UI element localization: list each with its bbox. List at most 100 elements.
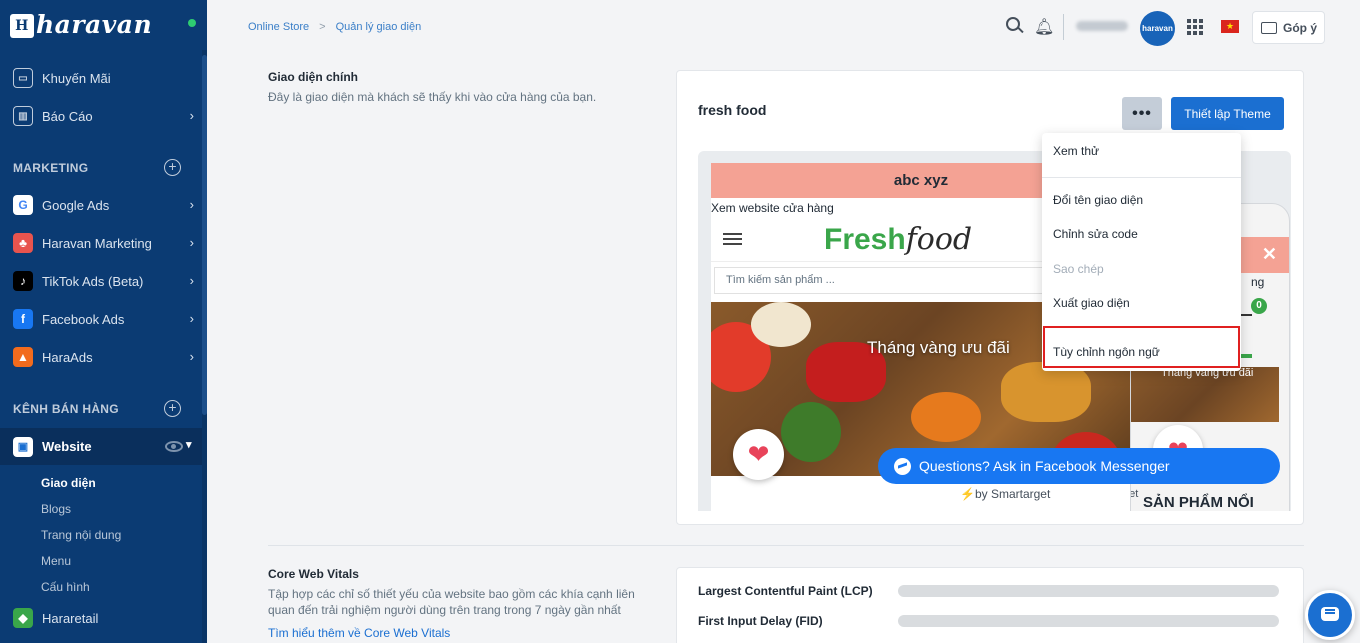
section-desc-core-web-vitals: Tập hợp các chỉ số thiết yếu của website… — [268, 587, 635, 617]
google-icon: G — [13, 195, 33, 215]
online-status-dot — [188, 19, 196, 27]
messenger-text: Questions? Ask in Facebook Messenger — [919, 458, 1170, 474]
feedback-label: Góp ý — [1283, 20, 1318, 35]
add-marketing-icon[interactable]: + — [164, 159, 181, 176]
preview-logo: Freshfood — [824, 222, 972, 257]
menu-divider — [1042, 177, 1241, 178]
gift-icon: ▭ — [13, 68, 33, 88]
chevron-right-icon: › — [189, 235, 194, 250]
haravan-marketing-icon: ♣ — [13, 233, 33, 253]
report-icon: ▥ — [13, 106, 33, 126]
chat-icon — [1321, 607, 1339, 621]
cart-count-badge: 0 — [1251, 298, 1267, 314]
sidebar-item-haravan-marketing[interactable]: ♣ Haravan Marketing › — [0, 228, 202, 258]
preview-logo-script: food — [905, 222, 973, 257]
menu-item-preview[interactable]: Xem thử — [1053, 144, 1099, 158]
chevron-right-icon: › — [189, 349, 194, 364]
sidebar-item-label: Haravan Marketing — [42, 235, 152, 251]
core-web-vitals-link[interactable]: Tìm hiểu thêm về Core Web Vitals — [268, 626, 450, 640]
feedback-button[interactable]: Góp ý — [1252, 11, 1325, 44]
mobile-text: ng — [1251, 275, 1265, 289]
mobile-products-heading: SẢN PHẨM NỔI — [1143, 494, 1254, 511]
sidebar-item-google-ads[interactable]: G Google Ads › — [0, 190, 202, 220]
vn-flag-icon[interactable]: ★ — [1221, 20, 1239, 33]
messenger-button[interactable]: Questions? Ask in Facebook Messenger — [878, 448, 1280, 484]
section-label-sales-channels: KÊNH BÁN HÀNG — [13, 402, 119, 416]
sidebar-item-tiktok-ads[interactable]: ♪ TikTok Ads (Beta) › — [0, 266, 202, 296]
more-actions-button[interactable]: ••• — [1122, 97, 1162, 130]
messenger-icon — [894, 457, 911, 475]
sidebar-scrollbar-thumb[interactable] — [202, 55, 207, 415]
mobile-get-text: get — [1130, 488, 1139, 500]
metric-label-lcp: Largest Contentful Paint (LCP) — [698, 584, 873, 598]
breadcrumb-separator: > — [319, 21, 326, 33]
chevron-down-icon[interactable]: ▾ — [186, 438, 192, 451]
sidebar-item-facebook-ads[interactable]: f Facebook Ads › — [0, 304, 202, 334]
chat-widget-button[interactable] — [1305, 590, 1355, 640]
metric-label-fid: First Input Delay (FID) — [698, 614, 823, 628]
core-web-vitals-card: Largest Contentful Paint (LCP) First Inp… — [676, 567, 1304, 643]
add-channel-icon[interactable]: + — [164, 400, 181, 417]
heart-icon[interactable]: ❤ — [733, 429, 784, 480]
sidebar: Hharavan ▭ Khuyến Mãi ▥ Báo Cáo › MARKET… — [0, 0, 207, 643]
sidebar-sub-settings[interactable]: Cấu hình — [41, 580, 90, 594]
greens-shape — [781, 402, 841, 462]
smartarget-credit: ⚡by Smartarget — [960, 487, 1051, 501]
breadcrumb-current[interactable]: Quản lý giao diện — [336, 21, 422, 33]
metric-bar-lcp — [898, 585, 1279, 597]
sidebar-item-promotions[interactable]: ▭ Khuyến Mãi — [0, 63, 202, 93]
topbar-divider — [1063, 14, 1064, 40]
sidebar-item-label: Báo Cáo — [42, 108, 93, 124]
chevron-right-icon: › — [189, 273, 194, 288]
user-name-blurred[interactable] — [1076, 21, 1128, 31]
bell-icon[interactable]: 🔔︎ — [1034, 17, 1054, 36]
sidebar-sub-blogs[interactable]: Blogs — [41, 502, 71, 516]
facebook-icon: f — [13, 309, 33, 329]
brand-name: haravan — [36, 10, 153, 39]
close-icon: ✕ — [1261, 244, 1277, 264]
haraads-icon: ▲ — [13, 347, 33, 367]
section-label-marketing: MARKETING — [13, 161, 89, 175]
search-icon[interactable] — [1006, 17, 1024, 35]
spoon-shape — [1001, 362, 1091, 422]
website-icon: ▣ — [13, 436, 33, 457]
menu-item-edit-code[interactable]: Chỉnh sửa code — [1053, 227, 1138, 241]
sidebar-item-website[interactable]: ▣ Website ▾ — [0, 428, 202, 465]
mushroom-shape — [751, 302, 811, 347]
preview-view-site[interactable]: Xem website cửa hàng — [711, 201, 834, 215]
apps-grid-icon[interactable] — [1187, 19, 1203, 35]
breadcrumb: Online Store > Quản lý giao diện — [248, 21, 421, 33]
menu-item-export[interactable]: Xuất giao diện — [1053, 296, 1130, 310]
menu-item-rename[interactable]: Đổi tên giao diện — [1053, 193, 1143, 207]
sidebar-sub-menu[interactable]: Menu — [41, 554, 71, 568]
setup-theme-button[interactable]: Thiết lập Theme — [1171, 97, 1284, 130]
section-title-core-web-vitals: Core Web Vitals — [268, 567, 359, 581]
sidebar-item-reports[interactable]: ▥ Báo Cáo › — [0, 101, 202, 131]
avatar[interactable]: haravan — [1140, 11, 1175, 46]
chevron-right-icon: › — [189, 108, 194, 123]
highlight-box — [1043, 326, 1240, 368]
sidebar-sub-themes[interactable]: Giao diện — [41, 476, 96, 490]
theme-name: fresh food — [698, 102, 767, 118]
metric-bar-fid — [898, 615, 1279, 627]
sidebar-item-label: Google Ads — [42, 197, 110, 213]
preview-logo-main: Fresh — [824, 223, 906, 256]
sidebar-item-label: HaraAds — [42, 349, 93, 365]
sidebar-item-label: Website — [42, 439, 92, 454]
hararetail-icon: ◆ — [13, 608, 33, 628]
haravan-logo-icon: H — [10, 14, 34, 38]
tiktok-icon: ♪ — [13, 271, 33, 291]
preview-hero-text: Tháng vàng ưu đãi — [867, 338, 1010, 357]
chevron-right-icon: › — [189, 311, 194, 326]
sidebar-item-haraads[interactable]: ▲ HaraAds › — [0, 342, 202, 372]
mail-icon — [1261, 21, 1277, 34]
sidebar-sub-pages[interactable]: Trang nội dung — [41, 528, 121, 542]
eye-icon[interactable] — [165, 441, 183, 452]
breadcrumb-online-store[interactable]: Online Store — [248, 21, 309, 33]
section-title-main-theme: Giao diện chính — [268, 70, 359, 84]
sidebar-item-label: Facebook Ads — [42, 311, 125, 327]
sidebar-item-label: TikTok Ads (Beta) — [42, 273, 144, 289]
hamburger-menu-icon — [723, 233, 742, 245]
sidebar-item-hararetail[interactable]: ◆ Hararetail — [0, 603, 202, 633]
logo[interactable]: Hharavan — [10, 8, 200, 42]
